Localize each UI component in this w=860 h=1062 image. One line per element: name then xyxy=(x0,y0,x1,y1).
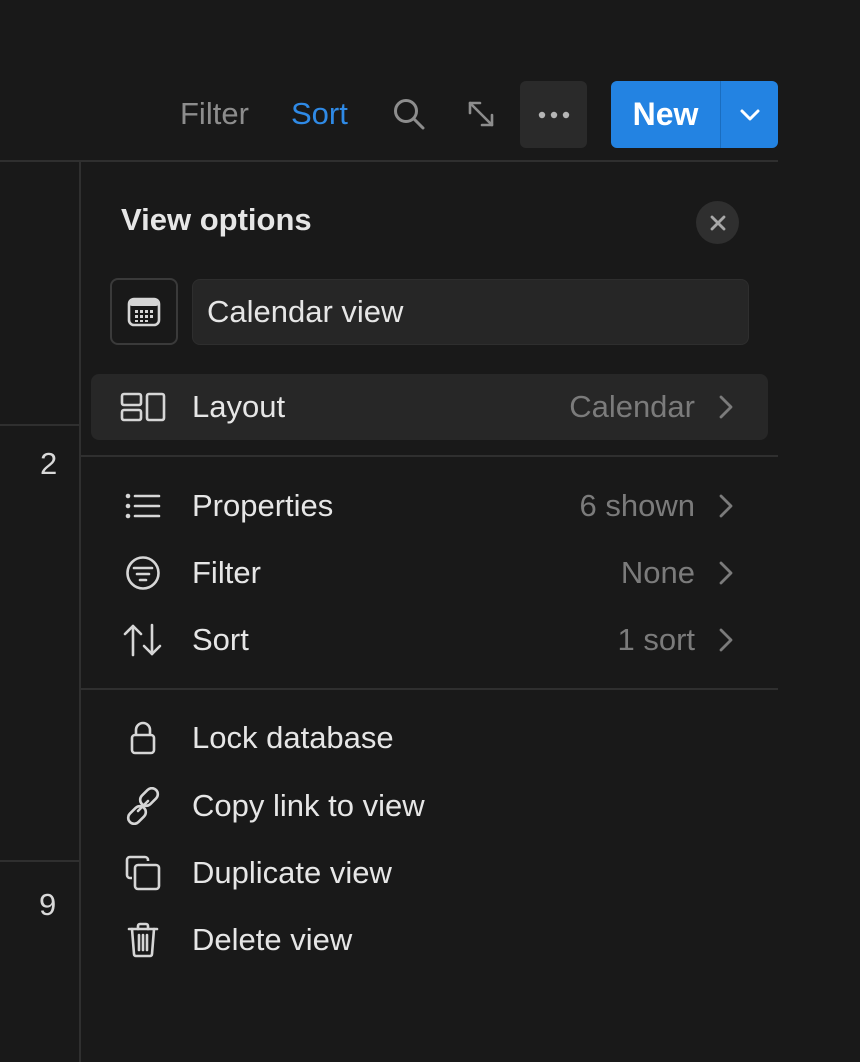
chevron-down-icon xyxy=(740,109,759,120)
chevron-right-icon xyxy=(719,395,733,419)
calendar-column-line xyxy=(79,161,81,1062)
chevron-right-icon xyxy=(719,494,733,518)
link-icon xyxy=(126,787,160,825)
close-button[interactable] xyxy=(696,201,739,244)
new-dropdown-button[interactable] xyxy=(721,81,778,148)
properties-value: 6 shown xyxy=(579,488,695,523)
duplicate-icon xyxy=(125,855,161,891)
lock-icon xyxy=(130,721,156,755)
view-icon-button[interactable] xyxy=(110,278,178,345)
search-button[interactable] xyxy=(389,94,429,134)
duplicate-view-label: Duplicate view xyxy=(192,855,392,890)
new-button-group: New xyxy=(611,81,778,148)
trash-icon xyxy=(127,922,159,958)
delete-view-row[interactable]: Delete view xyxy=(91,907,768,973)
calendar-day-number: 2 xyxy=(40,446,58,481)
layout-icon xyxy=(120,392,166,422)
layout-row[interactable]: Layout Calendar xyxy=(91,374,768,440)
layout-value: Calendar xyxy=(569,389,695,424)
copy-link-label: Copy link to view xyxy=(192,788,425,823)
sort-arrows-icon xyxy=(123,623,162,657)
search-icon xyxy=(394,99,425,130)
calendar-icon xyxy=(127,297,161,326)
database-toolbar: Filter Sort New xyxy=(0,80,860,148)
copy-link-row[interactable]: Copy link to view xyxy=(91,773,768,839)
panel-title: View options xyxy=(121,202,312,237)
expand-button[interactable] xyxy=(461,94,501,134)
panel-divider xyxy=(81,688,778,690)
sort-row[interactable]: Sort 1 sort xyxy=(91,607,768,673)
filter-row[interactable]: Filter None xyxy=(91,540,768,606)
lock-database-label: Lock database xyxy=(192,720,394,755)
filter-value: None xyxy=(620,555,695,590)
calendar-row-line xyxy=(0,860,80,862)
sort-value: 1 sort xyxy=(617,622,695,657)
toolbar-divider xyxy=(0,160,778,162)
filter-icon xyxy=(126,556,160,590)
calendar-row-line xyxy=(0,424,80,426)
duplicate-view-row[interactable]: Duplicate view xyxy=(91,840,768,906)
expand-icon xyxy=(468,101,494,127)
more-options-button[interactable] xyxy=(520,81,587,148)
close-icon xyxy=(710,215,725,230)
filter-button[interactable]: Filter xyxy=(180,80,249,148)
sort-label: Sort xyxy=(192,622,249,657)
lock-database-row[interactable]: Lock database xyxy=(91,705,768,771)
delete-view-label: Delete view xyxy=(192,922,353,957)
chevron-right-icon xyxy=(719,628,733,652)
sort-button[interactable]: Sort xyxy=(291,80,348,148)
more-icon xyxy=(538,111,569,118)
calendar-day-number: 9 xyxy=(39,887,57,922)
chevron-right-icon xyxy=(719,561,733,585)
properties-label: Properties xyxy=(192,488,334,523)
view-name-input[interactable] xyxy=(192,279,749,345)
list-icon xyxy=(125,493,161,519)
panel-divider xyxy=(81,455,778,457)
layout-label: Layout xyxy=(192,389,286,424)
page: Filter Sort New 2 9 View options Calenda… xyxy=(0,0,860,1062)
properties-row[interactable]: Properties 6 shown xyxy=(91,473,768,539)
filter-label: Filter xyxy=(192,555,261,590)
new-button[interactable]: New xyxy=(611,81,720,148)
